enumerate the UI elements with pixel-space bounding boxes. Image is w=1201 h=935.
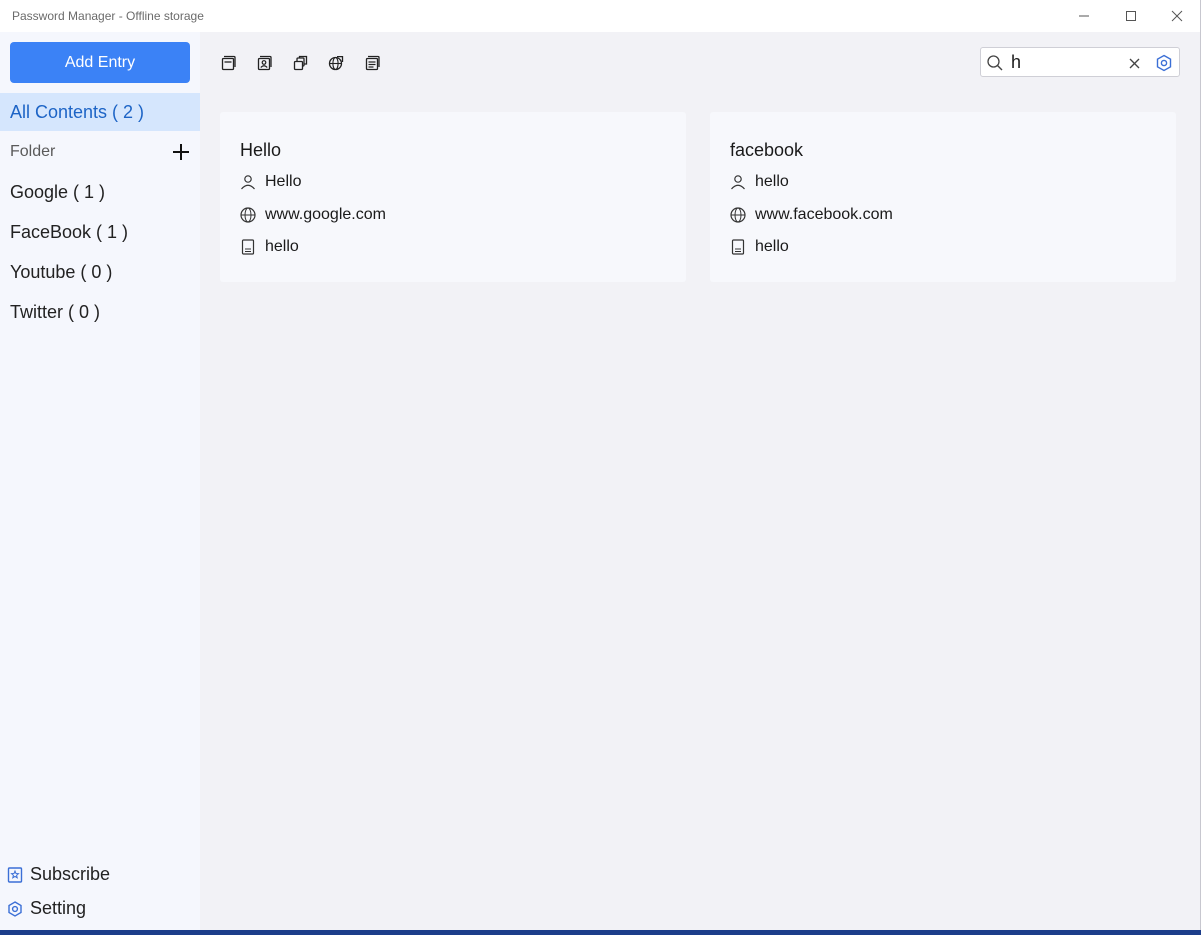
setting-label: Setting [30, 898, 87, 918]
entry-username-row: Hello [240, 172, 660, 192]
maximize-icon [1126, 11, 1136, 21]
add-entry-button[interactable]: Add Entry [10, 42, 190, 83]
entry-url: www.google.com [265, 206, 386, 223]
sidebar: Add Entry All Contents ( 2 ) Folder Goog… [0, 32, 200, 930]
gear-icon [8, 901, 22, 917]
close-button[interactable] [1154, 0, 1200, 32]
user-icon [241, 175, 255, 190]
note-icon [241, 239, 255, 255]
plus-icon [173, 144, 189, 160]
sidebar-item-youtube[interactable]: Youtube ( 0 ) [0, 253, 200, 291]
minimize-icon [1079, 15, 1089, 17]
all-items-icon [221, 55, 236, 71]
note-icon [731, 239, 745, 255]
sidebar-item-twitter[interactable]: Twitter ( 0 ) [0, 293, 200, 331]
window-title: Password Manager - Offline storage [12, 9, 204, 23]
sidebar-item-all-contents[interactable]: All Contents ( 2 ) [0, 93, 200, 131]
sidebar-item-google[interactable]: Google ( 1 ) [0, 173, 200, 211]
login-icon [257, 55, 272, 71]
search-icon [987, 55, 1003, 71]
entry-title: Hello [240, 140, 282, 160]
entry-username-row: hello [730, 172, 1150, 192]
sidebar-item-facebook[interactable]: FaceBook ( 1 ) [0, 213, 200, 251]
entry-title: facebook [730, 140, 804, 160]
minimize-button[interactable] [1061, 0, 1107, 32]
title-bar: Password Manager - Offline storage [0, 0, 1201, 32]
entry-note: hello [265, 238, 299, 255]
folder-header: Folder [10, 143, 56, 160]
desktop-edge [0, 930, 1201, 935]
entry-url-row: www.google.com [240, 205, 660, 225]
entry-card[interactable]: Hello Hello www.google.com hello [220, 112, 686, 282]
search-input[interactable] [1011, 51, 1119, 73]
copy-icon [293, 55, 308, 71]
main-content: Hello Hello www.google.com hello faceboo… [200, 32, 1200, 930]
entry-username: hello [755, 173, 789, 190]
globe-icon [240, 207, 256, 223]
entry-username: Hello [265, 173, 302, 190]
entry-url-row: www.facebook.com [730, 205, 1150, 225]
filter-web-button[interactable] [326, 53, 346, 73]
setting-button[interactable]: Setting [0, 894, 200, 924]
filter-notes-button[interactable] [362, 53, 382, 73]
filter-all-button[interactable] [218, 53, 238, 73]
maximize-button[interactable] [1108, 0, 1154, 32]
filter-copy-button[interactable] [290, 53, 310, 73]
search-box [980, 47, 1180, 77]
search-settings-icon[interactable] [1155, 54, 1173, 72]
entry-note-row: hello [730, 237, 1150, 257]
web-icon [328, 55, 344, 71]
user-icon [731, 175, 745, 190]
entry-note-row: hello [240, 237, 660, 257]
filter-login-button[interactable] [254, 53, 274, 73]
subscribe-label: Subscribe [30, 864, 111, 884]
close-icon [1171, 10, 1183, 22]
subscribe-button[interactable]: Subscribe [0, 860, 200, 890]
globe-icon [730, 207, 746, 223]
entry-note: hello [755, 238, 789, 255]
entry-card[interactable]: facebook hello www.facebook.com hello [710, 112, 1176, 282]
subscribe-icon [7, 867, 23, 883]
close-icon [1129, 58, 1139, 68]
clear-search-button[interactable] [1126, 55, 1142, 71]
add-folder-button[interactable] [171, 142, 191, 162]
entry-url: www.facebook.com [755, 206, 893, 223]
notes-icon [365, 55, 380, 71]
